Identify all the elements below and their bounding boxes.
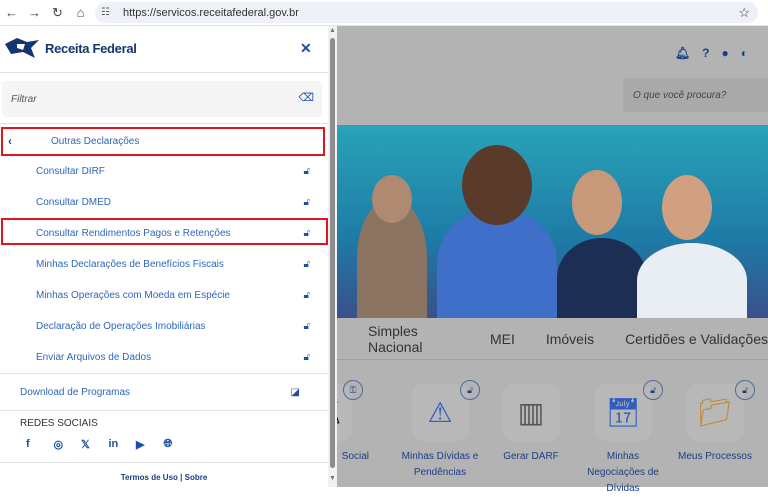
sidebar-item-enviar-arquivos[interactable]: Enviar Arquivos de Dados 🔓︎ — [0, 342, 328, 372]
menu-item[interactable]: Certidões e Validações — [625, 331, 768, 347]
service-card[interactable]: 📁︎ 🔓︎ Meus Processos — [669, 380, 761, 465]
close-icon[interactable]: ✕ — [300, 40, 312, 57]
cookie-icon[interactable]: ● — [722, 46, 729, 60]
help-icon[interactable]: ? — [702, 46, 709, 60]
youtube-icon[interactable]: ▶ — [136, 438, 164, 451]
globe-icon[interactable]: 🌐︎ — [164, 438, 192, 451]
unlock-icon: 🔓︎ — [303, 289, 310, 301]
url-text: https://servicos.receitafederal.gov.br — [123, 6, 299, 19]
sidebar-item-consultar-dirf[interactable]: Consultar DIRF 🔓︎ — [0, 156, 328, 186]
key-icon: ⚿ — [343, 380, 363, 400]
service-card[interactable]: ▥ Gerar DARF — [485, 384, 577, 465]
scroll-down-icon[interactable]: ▼ — [329, 475, 336, 482]
sidebar-menu: Receita Federal ✕ Filtrar ⌫ ‹ Outras Decla… — [0, 26, 337, 487]
unlock-icon: 🔓︎ — [303, 196, 310, 208]
back-icon[interactable]: ← — [0, 5, 23, 20]
divider — [0, 462, 328, 463]
x-icon[interactable]: 𝕏 — [81, 438, 109, 451]
lock-icon: 🔓︎ — [735, 380, 755, 400]
sidebar-item-beneficios-fiscais[interactable]: Minhas Declarações de Benefícios Fiscais… — [0, 249, 328, 279]
divider — [0, 123, 328, 124]
sidebar-item-moeda-especie[interactable]: Minhas Operações com Moeda em Espécie 🔓︎ — [0, 280, 328, 310]
forward-icon[interactable]: → — [23, 5, 46, 20]
filter-input[interactable]: Filtrar ⌫ — [2, 81, 322, 117]
logo[interactable]: Receita Federal — [5, 36, 137, 60]
instagram-icon[interactable]: ◎ — [54, 438, 82, 451]
menu-item[interactable]: MEI — [490, 331, 515, 347]
unlock-icon: 🔓︎ — [303, 165, 310, 177]
lock-icon: 🔓︎ — [643, 380, 663, 400]
address-bar[interactable]: ☷ https://servicos.receitafederal.gov.br… — [95, 2, 758, 23]
home-icon[interactable]: ⌂ — [69, 5, 92, 20]
contrast-icon[interactable]: ◐ — [741, 46, 748, 60]
category-menu: Simples Nacional MEI Imóveis Certidões e… — [337, 318, 768, 360]
about-link[interactable]: Sobre — [185, 473, 208, 482]
highlight-box — [1, 127, 325, 156]
terms-link[interactable]: Termos de Uso — [121, 473, 178, 482]
divider — [0, 373, 328, 374]
divider — [0, 410, 328, 411]
header-icons: 🔔︎ ? ● ◐ — [675, 46, 748, 60]
unlock-icon: 🔓︎ — [303, 351, 310, 363]
menu-item[interactable]: Imóveis — [546, 331, 594, 347]
external-link-icon: ◪ — [290, 386, 300, 398]
service-card[interactable]: ⚠ 🔓︎ Minhas Dívidas e Pendências — [394, 380, 486, 481]
sidebar-item-operacoes-imobiliarias[interactable]: Declaração de Operações Imobiliárias 🔓︎ — [0, 311, 328, 341]
service-cards: 🗺︎⚿Social ⚠🔓︎Minhas Dívidas e Pendências… — [294, 380, 768, 497]
lock-icon: 🔓︎ — [460, 380, 480, 400]
sidebar-scrollbar[interactable]: ▲ ▼ — [328, 26, 337, 487]
highlight-box — [1, 218, 328, 245]
browser-toolbar: ← → ↻ ⌂ ☷ https://servicos.receitafedera… — [0, 0, 768, 26]
social-title: REDES SOCIAIS — [20, 418, 98, 429]
download-programas-link[interactable]: Download de Programas ◪ — [0, 377, 328, 407]
bookmark-star-icon[interactable]: ☆ — [738, 5, 750, 21]
divider — [0, 72, 328, 73]
scrollbar-thumb[interactable] — [330, 38, 335, 468]
menu-item[interactable]: Simples Nacional — [368, 323, 459, 355]
search-input[interactable]: O que você procura? — [623, 78, 768, 112]
social-links: f ◎ 𝕏 in ▶ 🌐︎ — [26, 438, 191, 451]
unlock-icon: 🔓︎ — [303, 320, 310, 332]
hero-banner — [337, 125, 768, 318]
facebook-icon[interactable]: f — [26, 438, 54, 451]
sidebar-item-consultar-dmed[interactable]: Consultar DMED 🔓︎ — [0, 187, 328, 217]
linkedin-icon[interactable]: in — [109, 438, 137, 451]
footer-links: Termos de Uso | Sobre — [120, 473, 208, 482]
scroll-up-icon[interactable]: ▲ — [329, 27, 336, 34]
unlock-icon: 🔓︎ — [303, 258, 310, 270]
site-settings-icon[interactable]: ☷ — [101, 7, 117, 18]
reload-icon[interactable]: ↻ — [46, 5, 69, 21]
receita-logo-icon — [5, 38, 39, 58]
eraser-icon[interactable]: ⌫ — [298, 91, 314, 104]
service-card[interactable]: 📅︎ 🔓︎ Minhas Negociações de Dívidas — [577, 380, 669, 497]
bell-icon[interactable]: 🔔︎ — [675, 46, 690, 60]
